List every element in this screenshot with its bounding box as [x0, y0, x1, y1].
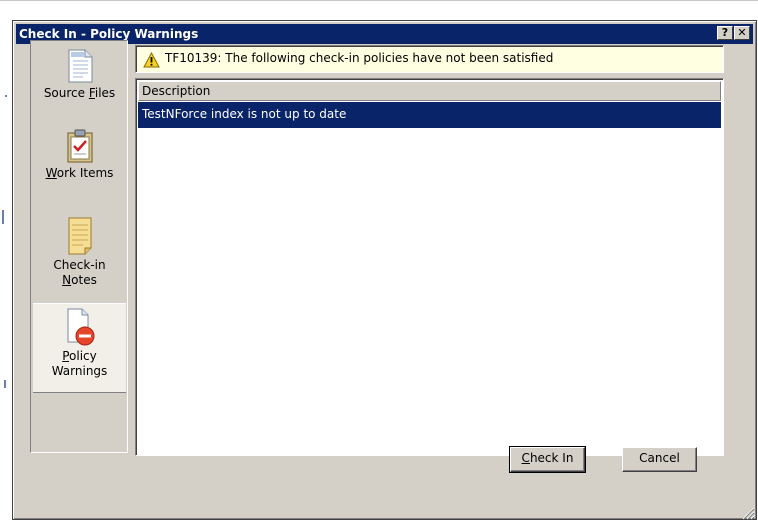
sidebar-item-checkin-notes[interactable]: Check-in Notes	[33, 217, 126, 301]
sidebar-item-label-line2: Warnings	[51, 364, 108, 378]
list-item[interactable]: TestNForce index is not up to date	[138, 102, 721, 128]
work-items-icon	[67, 129, 92, 163]
policy-warning-banner: TF10139: The following check-in policies…	[135, 45, 724, 73]
sidebar-item-label-line2: Notes	[62, 273, 97, 287]
cancel-button[interactable]: Cancel	[622, 447, 697, 472]
background-mark	[5, 95, 7, 97]
sidebar-item-label: Source Files	[43, 86, 116, 100]
warning-message: TF10139: The following check-in policies…	[165, 51, 554, 65]
check-in-button[interactable]: Check In	[509, 446, 586, 473]
sidebar-item-label: Work Items	[45, 166, 114, 180]
background-mark	[4, 380, 6, 388]
policy-failures-list[interactable]: Description TestNForce index is not up t…	[135, 78, 724, 456]
sidebar-item-policy-warnings[interactable]: Policy Warnings	[33, 303, 126, 393]
resize-grip-icon[interactable]	[741, 506, 755, 520]
source-files-icon	[68, 49, 92, 83]
sidebar-item-source-files[interactable]: Source Files	[33, 49, 126, 129]
checkin-notes-icon	[68, 217, 91, 255]
warning-icon	[143, 52, 160, 68]
page-top-border	[0, 0, 758, 1]
column-header-description[interactable]: Description	[138, 81, 721, 101]
sidebar-item-label-line1: Policy	[62, 349, 97, 363]
close-button[interactable]: ✕	[734, 26, 750, 40]
sidebar-item-work-items[interactable]: Work Items	[33, 129, 126, 209]
background-mark	[2, 210, 4, 224]
window-title: Check In - Policy Warnings	[19, 27, 199, 41]
sidebar-item-label-line1: Check-in	[53, 258, 106, 272]
channel-sidebar: Source Files Work Items Check-in Notes P…	[30, 40, 128, 453]
help-button[interactable]: ?	[717, 26, 733, 40]
policy-warnings-icon	[67, 308, 94, 346]
